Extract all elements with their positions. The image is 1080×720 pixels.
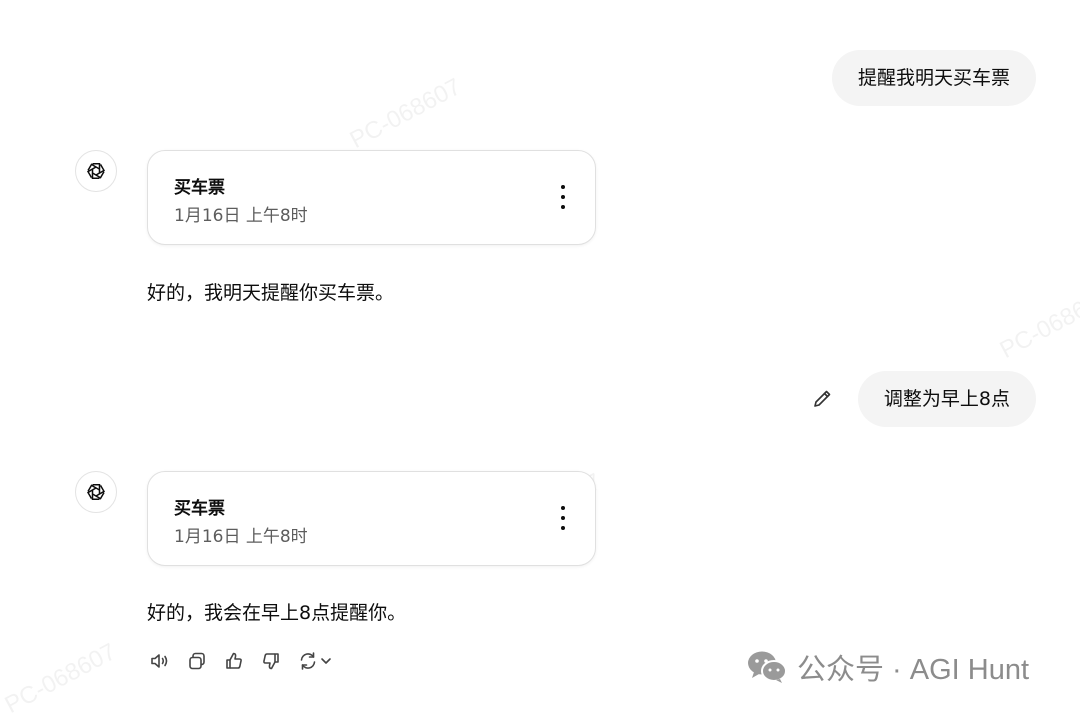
reminder-time: 1月16日 上午8时 — [174, 527, 308, 547]
more-vertical-icon[interactable] — [559, 506, 567, 530]
chevron-down-icon — [321, 658, 331, 664]
chatgpt-logo-icon — [86, 484, 106, 500]
watermark: PC-068607 — [995, 283, 1080, 364]
wechat-icon — [748, 651, 787, 683]
regenerate-icon — [300, 652, 316, 670]
copy-icon[interactable] — [184, 648, 210, 674]
reminder-card[interactable]: 买车票 1月16日 上午8时 — [147, 471, 596, 566]
reminder-time: 1月16日 上午8时 — [174, 206, 308, 226]
assistant-avatar — [75, 471, 117, 513]
reminder-title: 买车票 — [174, 178, 225, 198]
more-vertical-icon[interactable] — [559, 185, 567, 209]
message-actions — [147, 648, 346, 674]
speaker-icon[interactable] — [147, 648, 173, 674]
chatgpt-logo-icon — [86, 163, 106, 179]
user-message: 调整为早上8点 — [857, 371, 1036, 427]
regenerate-button[interactable] — [295, 648, 335, 674]
brand-label: 公众号 · AGI Hunt — [797, 654, 1030, 686]
pencil-icon[interactable] — [810, 387, 834, 411]
assistant-reply: 好的，我会在早上8点提醒你。 — [147, 602, 407, 624]
reminder-card[interactable]: 买车票 1月16日 上午8时 — [147, 150, 596, 245]
user-message: 提醒我明天买车票 — [831, 50, 1036, 106]
assistant-reply: 好的，我明天提醒你买车票。 — [147, 282, 395, 304]
thumbs-down-icon[interactable] — [258, 648, 284, 674]
watermark: PC-068607 — [0, 638, 121, 719]
watermark: PC-068607 — [345, 73, 466, 154]
thumbs-up-icon[interactable] — [221, 648, 247, 674]
reminder-title: 买车票 — [174, 499, 225, 519]
brand-watermark: 公众号 · AGI Hunt — [745, 645, 1029, 689]
assistant-avatar — [75, 150, 117, 192]
